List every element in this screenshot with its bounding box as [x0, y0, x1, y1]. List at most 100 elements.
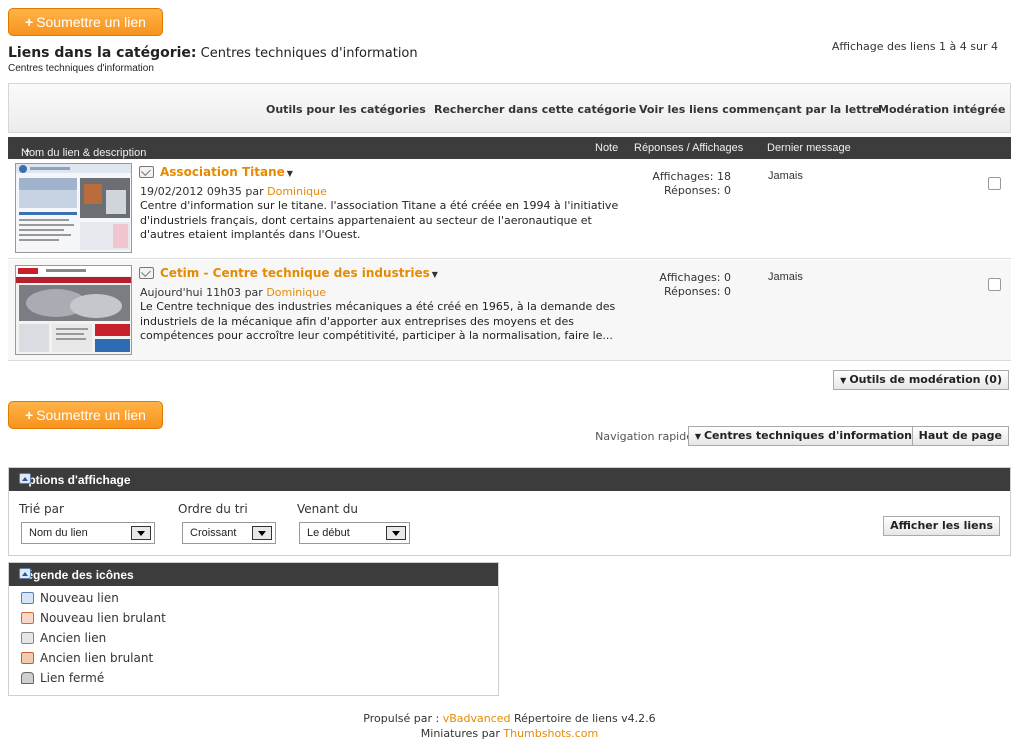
search-category-menu[interactable]: Rechercher dans cette catégorie	[434, 103, 636, 116]
table-row: Association Titane ▼ 19/02/2012 09h35 par…	[8, 159, 1011, 259]
collapse-icon[interactable]	[19, 568, 31, 579]
link-views: Affichages: 18	[652, 170, 731, 183]
from-select[interactable]: Le début	[299, 522, 410, 544]
legend-item: Ancien lien	[21, 631, 106, 645]
category-name: Centres techniques d'information	[200, 46, 418, 61]
link-thumbnail[interactable]	[15, 163, 132, 253]
link-last-message: Jamais	[768, 170, 803, 182]
thumbnail-image	[16, 164, 131, 252]
submit-link-label: Soumettre un lien	[36, 407, 146, 423]
plus-icon: +	[25, 407, 34, 423]
dropdown-arrow-icon	[386, 526, 406, 540]
legend-label: Nouveau lien brulant	[40, 611, 166, 625]
link-title-text: Association Titane	[160, 165, 285, 179]
icon-legend-header: Légende des icônes	[9, 563, 498, 586]
link-thumbnail[interactable]	[15, 265, 132, 355]
new-hot-link-icon	[21, 612, 34, 624]
quick-navigation-select[interactable]: ▼ Centres techniques d'information	[687, 426, 919, 446]
page: + Soumettre un lien Liens dans la catégor…	[0, 0, 1021, 743]
display-options-title: Options d'affichage	[19, 473, 131, 487]
old-link-icon	[139, 166, 154, 178]
powered-prefix: Propulsé par :	[363, 712, 440, 725]
content-area: + Soumettre un lien Liens dans la catégor…	[8, 0, 1011, 743]
legend-item: Ancien lien brulant	[21, 651, 153, 665]
link-views: Affichages: 0	[659, 271, 731, 284]
chevron-down-icon[interactable]: ▼	[287, 169, 293, 178]
powered-suffix: Répertoire de liens v4.2.6	[514, 712, 656, 725]
link-title[interactable]: Cetim - Centre technique des industries ▼	[160, 266, 438, 280]
legend-item: Nouveau lien	[21, 591, 119, 605]
category-tools-menu[interactable]: Outils pour les catégories	[266, 103, 426, 116]
new-link-icon	[21, 592, 34, 604]
link-description: Le Centre technique des industries mécan…	[140, 300, 616, 342]
moderation-tools-button[interactable]: ▼ Outils de modération (0)	[833, 370, 1009, 390]
footer-thumbnails-by: Miniatures par Thumbshots.com	[8, 727, 1011, 740]
show-links-button[interactable]: Afficher les liens	[883, 516, 1000, 536]
link-by: par	[244, 286, 263, 299]
legend-label: Lien fermé	[40, 671, 105, 685]
display-options-panel: Options d'affichage Trié par Nom du lien…	[8, 467, 1011, 556]
chevron-down-icon[interactable]: ▼	[432, 270, 438, 279]
category-subtitle: Centres techniques d'information	[8, 63, 154, 74]
legend-item: Lien fermé	[21, 671, 104, 685]
sort-by-select[interactable]: Nom du lien	[21, 522, 155, 544]
footer-powered-by: Propulsé par : vBadvanced Répertoire de …	[8, 712, 1011, 725]
link-count: Affichage des liens 1 à 4 sur 4	[831, 40, 998, 53]
links-table-header: Nom du lien & description ▲ Note Réponses…	[8, 137, 1011, 159]
legend-label: Ancien lien brulant	[40, 651, 154, 665]
chevron-down-icon: ▼	[840, 376, 847, 385]
submit-link-button-bottom[interactable]: + Soumettre un lien	[8, 401, 163, 429]
letter-filter-menu[interactable]: Voir les liens commençant par la lettre	[639, 103, 880, 116]
link-meta: 19/02/2012 09h35 par Dominique	[140, 185, 327, 198]
link-description: Centre d'information sur le titane. l'as…	[140, 199, 619, 241]
submit-link-label: Soumettre un lien	[36, 14, 146, 30]
link-select-checkbox[interactable]	[988, 278, 1001, 291]
link-date: 19/02/2012 09h35	[140, 185, 242, 198]
old-link-icon	[21, 632, 34, 644]
category-toolbar: Outils pour les catégories Rechercher da…	[8, 83, 1011, 133]
table-row: Cetim - Centre technique des industries ▼…	[8, 260, 1011, 361]
display-options-header: Options d'affichage	[9, 468, 1010, 491]
icon-legend-title: Légende des icônes	[19, 568, 134, 582]
legend-label: Nouveau lien	[40, 591, 119, 605]
chevron-down-icon: ▼	[694, 432, 701, 441]
category-prefix: Liens dans la catégorie:	[8, 45, 197, 61]
sort-order-label: Ordre du tri	[178, 502, 248, 516]
moderation-tools-label: Outils de modération (0)	[849, 373, 1002, 386]
sort-by-value: Nom du lien	[29, 527, 88, 539]
col-name-label: Nom du lien & description	[21, 147, 147, 159]
thumbnail-image	[16, 266, 131, 354]
category-title: Liens dans la catégorie: Centres techniq…	[8, 45, 418, 61]
col-last-header[interactable]: Dernier message	[767, 142, 851, 154]
sort-up-icon: ▲	[24, 147, 31, 154]
lock-icon	[21, 672, 34, 684]
link-title[interactable]: Association Titane ▼	[160, 165, 293, 179]
col-note-header[interactable]: Note	[595, 142, 618, 154]
link-select-checkbox[interactable]	[988, 177, 1001, 190]
icon-legend-panel: Légende des icônes Nouveau lien Nouveau …	[8, 562, 499, 696]
quick-navigation-label: Navigation rapide	[595, 430, 693, 443]
link-last-message: Jamais	[768, 271, 803, 283]
thumbshots-link[interactable]: Thumbshots.com	[503, 727, 598, 740]
link-stats: Affichages: 18 Réponses: 0	[618, 170, 731, 198]
col-replies-header[interactable]: Réponses / Affichages	[634, 142, 743, 154]
link-replies: Réponses: 0	[663, 285, 731, 298]
link-replies: Réponses: 0	[663, 184, 731, 197]
link-user[interactable]: Dominique	[267, 185, 327, 198]
plus-icon: +	[25, 14, 34, 30]
legend-label: Ancien lien	[40, 631, 107, 645]
quick-navigation-value: Centres techniques d'information	[703, 429, 912, 442]
inline-moderation-menu[interactable]: Modération intégrée	[878, 103, 1005, 116]
link-stats: Affichages: 0 Réponses: 0	[618, 271, 731, 299]
link-meta: Aujourd'hui 11h03 par Dominique	[140, 286, 326, 299]
from-value: Le début	[307, 527, 350, 539]
old-link-icon	[139, 267, 154, 279]
vbadvanced-link[interactable]: vBadvanced	[443, 712, 511, 725]
old-hot-link-icon	[21, 652, 34, 664]
sort-order-select[interactable]: Croissant	[182, 522, 276, 544]
link-user[interactable]: Dominique	[266, 286, 326, 299]
back-to-top-button[interactable]: Haut de page	[911, 426, 1009, 446]
submit-link-button-top[interactable]: + Soumettre un lien	[8, 8, 163, 36]
link-date: Aujourd'hui 11h03	[140, 286, 242, 299]
collapse-icon[interactable]	[19, 473, 31, 484]
